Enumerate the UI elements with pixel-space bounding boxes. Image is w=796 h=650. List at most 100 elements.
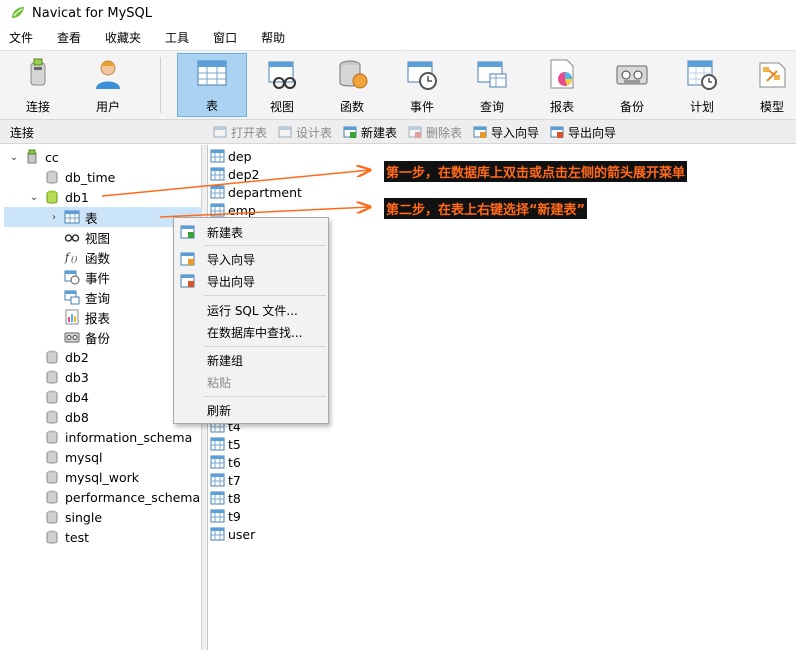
glasses-icon [64, 234, 80, 242]
import-wizard-icon [473, 126, 487, 138]
tree-db-information_schema[interactable]: information_schema [28, 427, 192, 447]
tree-node-reports[interactable]: 报表 [48, 307, 110, 327]
svg-text:f: f [64, 251, 71, 264]
tree-db-mysql_work[interactable]: mysql_work [28, 467, 139, 487]
delete-table-button[interactable]: 删除表 [408, 123, 462, 141]
tree-db-test[interactable]: test [28, 527, 89, 547]
connection-tree: ⌄ cc db_time ⌄ db1 › 表 视图 f() 函数 事件 查询 报… [0, 145, 202, 650]
event-icon [64, 270, 80, 285]
table-row-t8[interactable]: t8 [210, 489, 241, 507]
ctx-new-table[interactable]: 新建表 [175, 221, 327, 243]
object-toolbar: 连接 打开表 设计表 新建表 删除表 导入向导 导出向导 [0, 120, 796, 144]
export-wizard-button[interactable]: 导出向导 [550, 123, 616, 141]
table-row-dep2[interactable]: dep2 [210, 165, 260, 183]
delete-table-label: 删除表 [426, 125, 463, 140]
database-icon [46, 390, 58, 404]
tree-db-db2[interactable]: db2 [28, 347, 89, 367]
ctx-paste[interactable]: 粘贴 [175, 371, 327, 393]
open-table-button[interactable]: 打开表 [213, 123, 267, 141]
new-table-icon [180, 225, 195, 239]
tree-node-functions[interactable]: f() 函数 [48, 247, 110, 267]
tree-db-db4[interactable]: db4 [28, 387, 89, 407]
user-label: 用户 [95, 100, 120, 114]
function-label: 函数 [339, 100, 364, 114]
tree-node-views[interactable]: 视图 [48, 227, 110, 247]
menu-file[interactable]: 文件 [0, 26, 45, 50]
table-row-t9[interactable]: t9 [210, 507, 241, 525]
view-label: 视图 [269, 100, 294, 114]
table-name: user [228, 526, 256, 542]
schedule-icon [687, 60, 717, 90]
user-button[interactable]: 用户 [76, 55, 140, 115]
function-fx-icon: f() [64, 251, 77, 264]
table-row-t6[interactable]: t6 [210, 453, 241, 471]
table-row-dep[interactable]: dep [210, 147, 252, 165]
connect-button[interactable]: 连接 [6, 55, 70, 115]
backup-label: 备份 [619, 100, 644, 114]
table-row-department[interactable]: department [210, 183, 302, 201]
chevron-down-icon[interactable]: ⌄ [8, 152, 20, 163]
table-row-t7[interactable]: t7 [210, 471, 241, 489]
database-icon [46, 410, 58, 424]
chevron-right-icon[interactable]: › [48, 212, 60, 223]
tree-node-backups[interactable]: 备份 [48, 327, 110, 347]
tree-label: 查询 [85, 290, 111, 306]
table-name: t7 [228, 472, 241, 488]
import-wizard-button[interactable]: 导入向导 [473, 123, 539, 141]
tree-label: performance_schema [65, 489, 201, 505]
model-label: 模型 [759, 100, 784, 114]
tree-db-single[interactable]: single [28, 507, 102, 527]
tree-label: db3 [65, 369, 89, 385]
design-table-button[interactable]: 设计表 [278, 123, 332, 141]
tree-db-db1[interactable]: ⌄ db1 [28, 187, 89, 207]
view-icon [268, 61, 296, 89]
database-icon [46, 350, 58, 364]
tree-label: 事件 [85, 270, 111, 286]
table-button[interactable]: 表 [177, 53, 247, 117]
ctx-find-in-database[interactable]: 在数据库中查找... [175, 321, 327, 343]
design-table-icon [278, 126, 292, 138]
ctx-label: 运行 SQL 文件... [207, 303, 298, 318]
new-table-button[interactable]: 新建表 [343, 123, 397, 141]
tree-node-events[interactable]: 事件 [48, 267, 110, 287]
tree-connection-cc[interactable]: ⌄ cc [8, 147, 59, 167]
table-icon [210, 167, 225, 181]
tree-node-queries[interactable]: 查询 [48, 287, 110, 307]
ctx-label: 新建表 [207, 225, 244, 240]
function-button[interactable]: 函数 [320, 55, 384, 115]
ctx-run-sql-file[interactable]: 运行 SQL 文件... [175, 299, 327, 321]
table-icon [210, 437, 225, 451]
ctx-import-wizard[interactable]: 导入向导 [175, 248, 327, 270]
export-wizard-label: 导出向导 [568, 125, 617, 140]
report-label: 报表 [549, 100, 574, 114]
chevron-down-icon[interactable]: ⌄ [28, 192, 40, 203]
menu-window[interactable]: 窗口 [204, 26, 249, 50]
tree-label: mysql_work [65, 469, 139, 485]
view-button[interactable]: 视图 [250, 55, 314, 115]
report-button[interactable]: 报表 [530, 55, 594, 115]
tree-db-db_time[interactable]: db_time [28, 167, 115, 187]
table-icon [64, 210, 80, 224]
connection-pane-label: 连接 [10, 126, 35, 140]
menu-tools[interactable]: 工具 [156, 26, 201, 50]
database-icon [46, 490, 58, 504]
schedule-button[interactable]: 计划 [670, 55, 734, 115]
backup-button[interactable]: 备份 [600, 55, 664, 115]
menu-view[interactable]: 查看 [48, 26, 93, 50]
database-icon [46, 530, 58, 544]
table-row-user[interactable]: user [210, 525, 255, 543]
query-button[interactable]: 查询 [460, 55, 524, 115]
menu-favorites[interactable]: 收藏夹 [96, 26, 153, 50]
event-button[interactable]: 事件 [390, 55, 454, 115]
tree-db-db8[interactable]: db8 [28, 407, 89, 427]
ctx-refresh[interactable]: 刷新 [175, 399, 327, 421]
backup-icon [616, 65, 648, 85]
tree-db-performance_schema[interactable]: performance_schema [28, 487, 200, 507]
ctx-export-wizard[interactable]: 导出向导 [175, 270, 327, 292]
tree-db-db3[interactable]: db3 [28, 367, 89, 387]
model-button[interactable]: 模型 [740, 55, 796, 115]
tree-db-mysql[interactable]: mysql [28, 447, 103, 467]
table-row-t5[interactable]: t5 [210, 435, 241, 453]
menu-help[interactable]: 帮助 [252, 26, 297, 50]
ctx-new-group[interactable]: 新建组 [175, 349, 327, 371]
